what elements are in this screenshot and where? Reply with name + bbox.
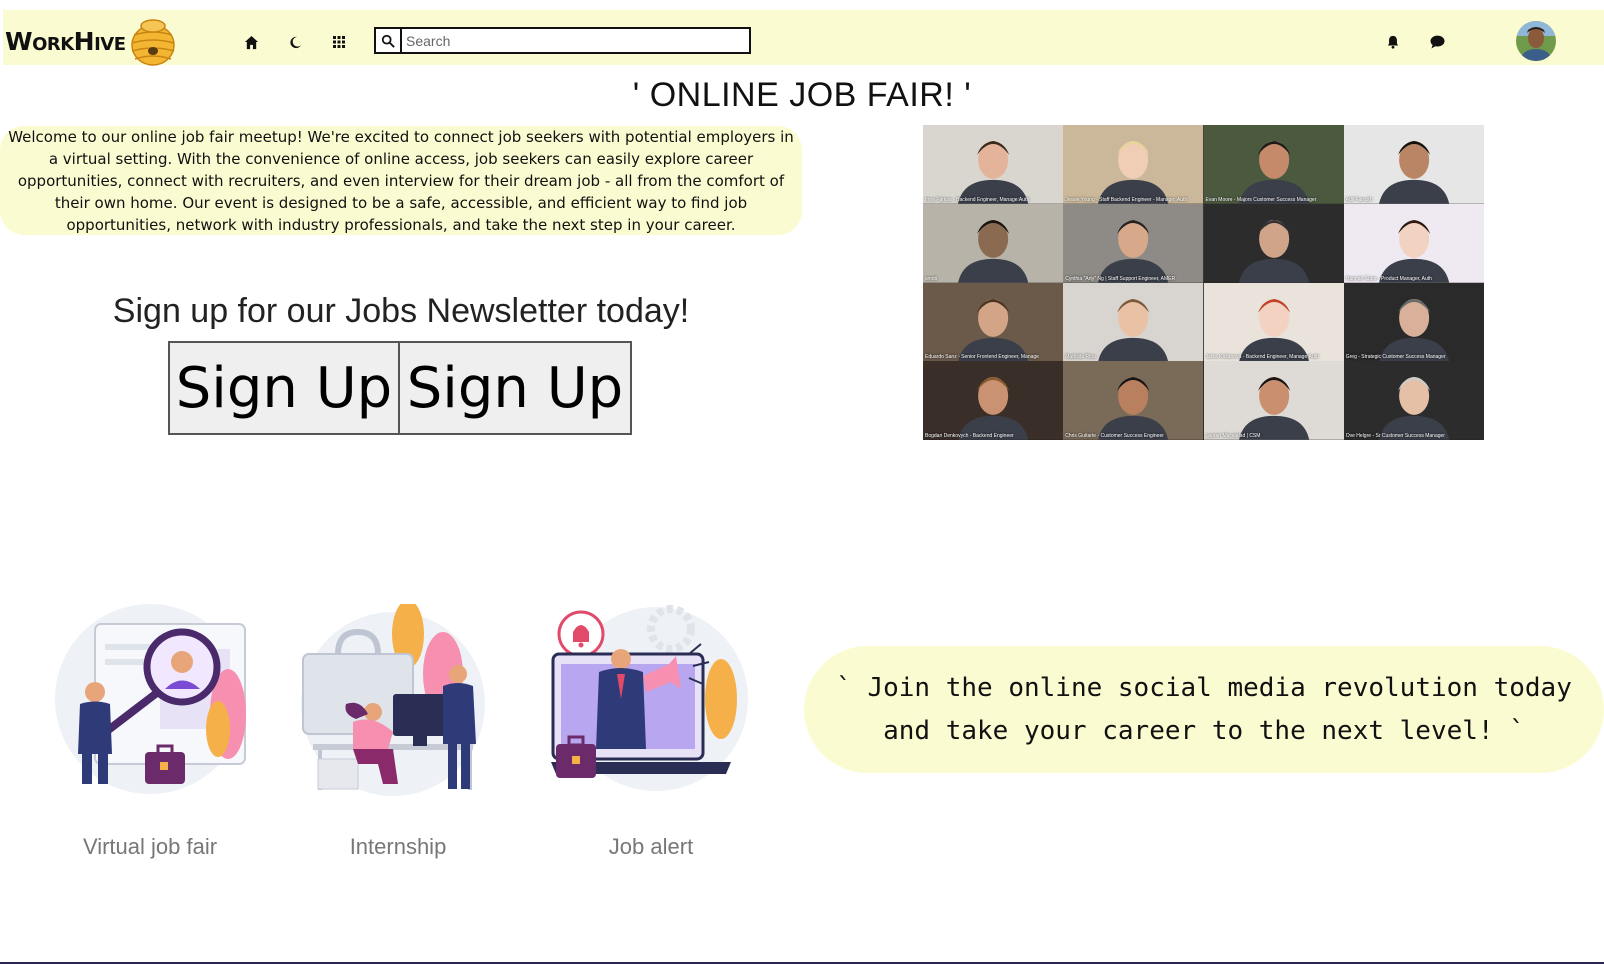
feature-label-internship: Internship — [349, 834, 447, 859]
participant-name: Lauren Macalalad | CSM — [1205, 433, 1261, 439]
search-bar — [374, 27, 751, 54]
participant-name: smriti — [925, 275, 937, 282]
top-navbar: WorkHive — [3, 10, 1604, 66]
participant-video — [1343, 125, 1484, 204]
participant-name: Cynthia "Arty" Ng | Staff Support Engine… — [1065, 275, 1176, 282]
promo-banner: ` Join the online social media revolutio… — [804, 646, 1604, 773]
participant-video — [923, 282, 1064, 362]
job-alert-illustration — [551, 605, 748, 791]
video-tile: Imre Farkas - Backend Engineer, Manage:A… — [923, 125, 1064, 204]
search-input[interactable] — [402, 29, 749, 52]
page-title-text: ' ONLINE JOB FAIR! ' — [632, 76, 972, 114]
video-tile: Eduardo Sanz - Senior Frontend Engineer,… — [923, 282, 1064, 362]
grid-icon[interactable] — [329, 32, 349, 52]
participant-name: Imre Farkas - Backend Engineer, Manage:A… — [925, 196, 1030, 203]
video-tile: Ove Helgre - Sr Customer Success Manager — [1343, 361, 1484, 440]
video-tile: Lauren Macalalad | CSM — [1203, 361, 1344, 440]
participant-video — [1203, 282, 1344, 362]
virtual-job-fair-illustration — [55, 604, 246, 794]
participant-video — [923, 203, 1064, 283]
newsletter-heading: Sign up for our Jobs Newsletter today! — [112, 292, 690, 330]
video-tile: Mathilde Riou — [1063, 282, 1204, 362]
video-tile: Adil Farrukh — [1343, 125, 1484, 204]
participant-video — [1063, 125, 1204, 204]
welcome-banner: Welcome to our online job fair meetup! W… — [0, 126, 802, 235]
video-tile: Greg - Strategic Customer Success Manage… — [1343, 282, 1484, 362]
participant-name: Eduardo Sanz - Senior Frontend Engineer,… — [925, 354, 1039, 361]
signup-button-2[interactable]: Sign Up — [400, 341, 632, 435]
participant-video — [923, 361, 1064, 440]
participant-video — [1063, 282, 1204, 362]
participant-video — [1203, 203, 1344, 283]
signup-button-1[interactable]: Sign Up — [168, 341, 400, 435]
participant-video — [1343, 203, 1484, 283]
participant-video — [1203, 361, 1344, 440]
page-title: ' ONLINE JOB FAIR! ' — [0, 76, 1604, 115]
participant-video — [1343, 282, 1484, 362]
video-tile: Cynthia "Arty" Ng | Staff Support Engine… — [1063, 203, 1204, 283]
participant-name: Jarka Košanová - Backend Engineer, Manag… — [1205, 354, 1319, 361]
participant-name: Mathilde Riou — [1065, 354, 1096, 361]
participant-name: Jessie Young - Staff Backend Engineer - … — [1065, 196, 1188, 203]
video-tile — [1203, 203, 1344, 283]
participant-video — [1343, 361, 1484, 440]
video-tile: Jessie Young - Staff Backend Engineer - … — [1063, 125, 1204, 204]
participant-name: Greg - Strategic Customer Success Manage… — [1345, 354, 1446, 361]
beehive-icon — [130, 19, 175, 66]
participant-name: Hannah Sutor - Product Manager, Auth — [1345, 275, 1432, 282]
promo-text: ` Join the online social media revolutio… — [836, 672, 1572, 746]
feature-job-alert[interactable]: Job alert — [551, 604, 751, 859]
logo-text: WorkHive — [5, 26, 126, 56]
video-tile: Evan Moore - Majors Customer Success Man… — [1203, 125, 1344, 204]
participant-name: Adil Farrukh — [1345, 196, 1373, 203]
feature-internship[interactable]: Internship — [298, 600, 498, 859]
video-tile: Hannah Sutor - Product Manager, Auth — [1343, 203, 1484, 283]
bell-icon[interactable] — [1383, 32, 1403, 52]
participant-video — [1203, 125, 1344, 204]
video-tile: Chris Guitarte - Customer Success Engine… — [1063, 361, 1204, 440]
feature-label-virtual-job-fair: Virtual job fair — [82, 834, 218, 859]
chat-icon[interactable] — [1427, 32, 1447, 52]
participant-video — [1063, 203, 1204, 283]
workhive-logo[interactable]: WorkHive — [5, 16, 178, 66]
participant-video — [923, 125, 1064, 204]
welcome-text: Welcome to our online job fair meetup! W… — [8, 127, 794, 234]
moon-icon[interactable] — [285, 32, 305, 52]
participant-video — [1063, 361, 1204, 440]
participant-name: Evan Moore - Majors Customer Success Man… — [1205, 196, 1317, 203]
video-tile: smriti — [923, 203, 1064, 283]
feature-virtual-job-fair[interactable]: Virtual job fair — [50, 604, 250, 859]
user-avatar[interactable] — [1516, 21, 1556, 61]
participant-name: Bogdan Denkovych - Backend Engineer — [925, 433, 1014, 439]
feature-label-job-alert: Job alert — [608, 834, 694, 859]
participant-name: Chris Guitarte - Customer Success Engine… — [1065, 433, 1164, 439]
search-icon[interactable] — [376, 29, 402, 52]
participant-name: Ove Helgre - Sr Customer Success Manager — [1345, 433, 1445, 439]
video-tile: Jarka Košanová - Backend Engineer, Manag… — [1203, 282, 1344, 362]
internship-illustration — [301, 600, 485, 796]
home-icon[interactable] — [241, 32, 261, 52]
signup-buttons: Sign Up Sign Up — [168, 341, 632, 435]
video-tile: Bogdan Denkovych - Backend Engineer — [923, 361, 1064, 440]
video-call-grid: Imre Farkas - Backend Engineer, Manage:A… — [923, 125, 1484, 440]
